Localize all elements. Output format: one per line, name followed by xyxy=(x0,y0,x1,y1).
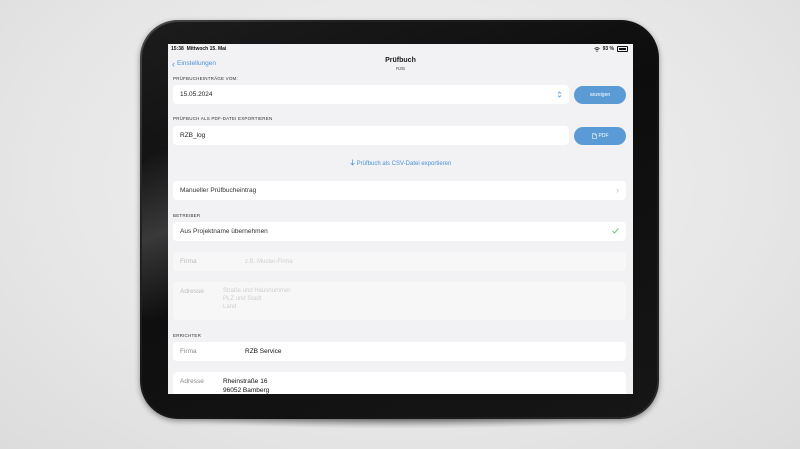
operator-address-label: Adresse xyxy=(180,288,204,295)
operator-address-street-placeholder: Straße und Hausnummer xyxy=(223,288,291,294)
operator-firma-label: Firma xyxy=(180,258,197,265)
csv-export-label: Prüfbuch als CSV-Datei exportieren xyxy=(356,161,452,167)
builder-address-line-2: 96052 Bamberg xyxy=(223,387,270,394)
status-datetime: 15:38 Mittwoch 15. Mai xyxy=(171,46,226,52)
manual-entry-label: Manueller Prüfbucheintrag xyxy=(180,187,257,194)
builder-firma-field[interactable]: Firma RZB Service xyxy=(173,342,626,361)
pdf-section-label: PRÜFBUCH ALS PDF-DATEI EXPORTIEREN xyxy=(173,116,273,121)
manual-entry-row[interactable]: Manueller Prüfbucheintrag › xyxy=(173,181,626,200)
builder-address-line-1: Rheinstraße 16 xyxy=(223,378,268,385)
page-subtitle: RZB xyxy=(396,66,405,71)
builder-section-label: ERRICHTER xyxy=(173,333,202,338)
entries-date-value: 15.05.2024 xyxy=(180,91,213,98)
page-title: Prüfbuch xyxy=(385,57,416,64)
builder-address-label: Adresse xyxy=(180,378,204,385)
pdf-filename-input[interactable]: RZB_log xyxy=(173,126,569,145)
checkmark-icon xyxy=(612,228,619,234)
csv-export-link[interactable]: Prüfbuch als CSV-Datei exportieren xyxy=(168,159,633,167)
status-date: Mittwoch 15. Mai xyxy=(186,46,227,52)
battery-percent: 93 % xyxy=(602,46,614,52)
pdf-export-button[interactable]: PDF xyxy=(574,127,626,145)
status-bar: 15:38 Mittwoch 15. Mai 93 % xyxy=(168,44,633,53)
builder-firma-label: Firma xyxy=(180,348,197,355)
chevron-right-icon: › xyxy=(616,185,619,195)
app-screen: 15:38 Mittwoch 15. Mai 93 % ‹ Einstellun… xyxy=(168,44,633,394)
from-project-label: Aus Projektname übernehmen xyxy=(180,228,268,235)
builder-firma-value: RZB Service xyxy=(245,348,282,355)
operator-address-city-placeholder: PLZ und Stadt xyxy=(223,296,262,302)
operator-section-label: BETREIBER xyxy=(173,213,201,218)
status-time: 15:38 xyxy=(171,46,184,52)
navigation-bar: ‹ Einstellungen Prüfbuch RZB xyxy=(168,55,633,75)
operator-address-country-placeholder: Land xyxy=(223,304,237,310)
operator-firma-placeholder: z.B. Muster-Firma xyxy=(245,259,293,265)
operator-address-field[interactable]: Adresse Straße und Hausnummer PLZ und St… xyxy=(173,282,626,320)
document-icon xyxy=(591,132,597,139)
entries-section-label: PRÜFBUCHEINTRÄGE VOM: xyxy=(173,76,238,81)
show-entries-label: anzeigen xyxy=(589,92,611,98)
status-right: 93 % xyxy=(593,46,628,52)
builder-address-field[interactable]: Adresse Rheinstraße 16 96052 Bamberg xyxy=(173,372,626,394)
pdf-export-label: PDF xyxy=(598,133,609,139)
download-arrow-icon xyxy=(349,159,355,166)
updown-chevron-icon xyxy=(557,91,562,98)
operator-firma-field[interactable]: Firma z.B. Muster-Firma xyxy=(173,252,626,271)
show-entries-button[interactable]: anzeigen xyxy=(574,86,626,104)
entries-date-picker[interactable]: 15.05.2024 xyxy=(173,85,569,104)
battery-icon xyxy=(617,46,628,52)
wifi-icon xyxy=(593,46,600,52)
from-project-row[interactable]: Aus Projektname übernehmen xyxy=(173,222,626,241)
pdf-filename-value: RZB_log xyxy=(180,132,206,139)
